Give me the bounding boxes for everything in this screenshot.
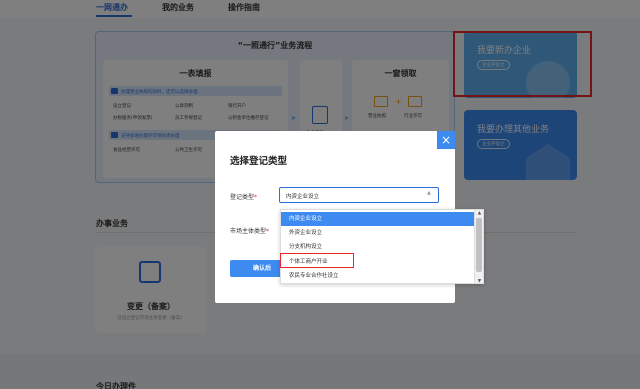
scroll-up-icon[interactable]: ▲ [475, 210, 483, 217]
reg-type-label: 登记类型* [230, 194, 258, 201]
dropdown-option[interactable]: 外资企业设立 [281, 226, 476, 240]
scroll-down-icon[interactable]: ▼ [475, 278, 483, 283]
reg-type-dropdown: 内资企业设立 外资企业设立 分支机构设立 个体工商户开业 农民专业合作社设立 ▲… [280, 209, 484, 284]
modal-title: 选择登记类型 [230, 156, 288, 167]
close-icon[interactable]: × [437, 131, 455, 149]
chevron-up-icon: ▲ [427, 190, 431, 196]
scrollbar-thumb[interactable] [476, 218, 482, 272]
dropdown-option[interactable]: 农民专业合作社设立 [281, 269, 476, 283]
dropdown-option[interactable]: 分支机构设立 [281, 240, 476, 254]
dropdown-option[interactable]: 内资企业设立 [281, 212, 476, 226]
option-highlight-box [280, 253, 354, 268]
market-type-label: 市场主体类型* [230, 228, 270, 235]
reg-type-select[interactable]: 内资企业设立 [279, 187, 439, 203]
dropdown-scrollbar[interactable]: ▲ ▼ [474, 210, 483, 283]
